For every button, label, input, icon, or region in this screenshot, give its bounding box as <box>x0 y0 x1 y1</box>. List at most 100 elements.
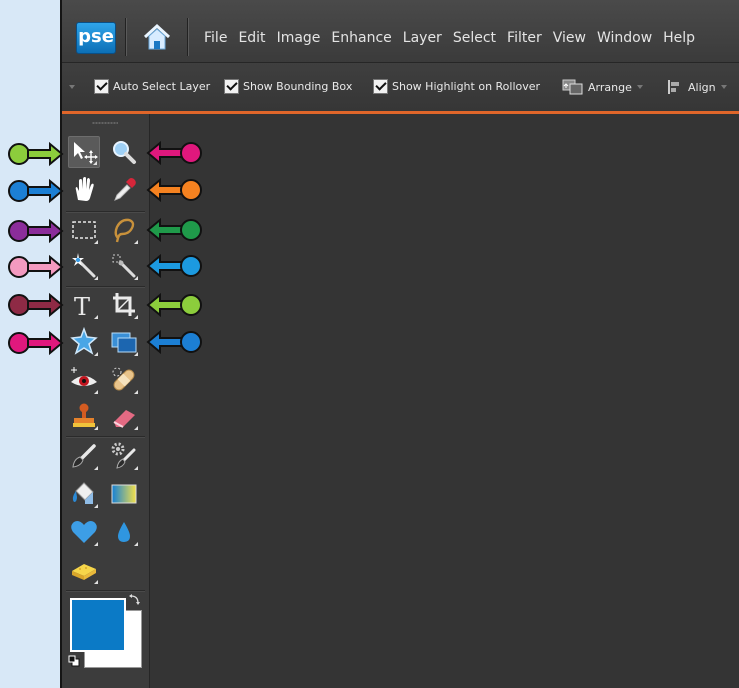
show-bounding-box-option[interactable]: Show Bounding Box <box>224 79 352 94</box>
rectangular-marquee-tool[interactable] <box>68 214 100 246</box>
menu-help[interactable]: Help <box>663 30 695 46</box>
eyedropper-icon <box>114 178 136 201</box>
swap-colors-icon[interactable] <box>129 593 141 605</box>
toolbox-separator <box>66 436 145 437</box>
show-bounding-box-label: Show Bounding Box <box>243 80 353 93</box>
home-button[interactable] <box>140 22 174 52</box>
red-eye-removal-tool[interactable] <box>68 364 100 396</box>
show-highlight-checkbox[interactable] <box>373 79 388 94</box>
align-label: Align <box>688 80 716 94</box>
menu-window[interactable]: Window <box>597 30 652 46</box>
magic-wand-tool[interactable] <box>68 250 100 282</box>
smart-brush-icon <box>111 442 136 469</box>
auto-select-layer-checkbox[interactable] <box>94 79 109 94</box>
paint-bucket-tool[interactable] <box>68 478 100 510</box>
type-tool[interactable]: T <box>68 289 100 321</box>
toolbox-separator <box>66 590 145 591</box>
auto-select-layer-label: Auto Select Layer <box>113 80 211 93</box>
callout-arrow-type <box>8 292 64 318</box>
water-drop-icon <box>118 522 130 542</box>
callout-arrow-crop <box>146 292 202 318</box>
callout-arrow-lasso <box>146 217 202 243</box>
arrange-label: Arrange <box>588 80 632 94</box>
marquee-icon <box>72 221 96 239</box>
menu-filter[interactable]: Filter <box>507 30 542 46</box>
options-chevron-icon[interactable] <box>69 85 75 89</box>
paint-bucket-icon <box>72 482 94 504</box>
menu-image[interactable]: Image <box>277 30 321 46</box>
magic-wand-icon <box>72 253 96 278</box>
eyedropper-tool[interactable] <box>108 174 140 206</box>
hand-icon <box>75 177 94 201</box>
callout-arrow-zoom <box>146 140 202 166</box>
crop-tool[interactable] <box>108 289 140 321</box>
pse-logo: pse <box>76 22 116 54</box>
arrange-chevron-icon <box>636 85 643 89</box>
toolbox-grip[interactable] <box>92 122 118 124</box>
eraser-icon <box>113 410 135 428</box>
sponge-icon <box>72 564 96 580</box>
svg-text:T: T <box>74 293 90 321</box>
menu-edit[interactable]: Edit <box>238 30 265 46</box>
toolbox-panel: T <box>62 114 150 688</box>
callout-arrow-recompose <box>146 329 202 355</box>
arrange-icon <box>562 79 583 95</box>
show-highlight-label: Show Highlight on Rollover <box>392 80 541 93</box>
brush-icon <box>72 444 96 468</box>
menu-separator <box>125 18 126 56</box>
blur-tool[interactable] <box>108 516 140 548</box>
callout-arrow-hand <box>8 178 64 204</box>
quick-selection-icon <box>112 254 136 278</box>
eraser-tool[interactable] <box>108 400 140 432</box>
menu-list: File Edit Image Enhance Layer Select Fil… <box>204 30 706 46</box>
show-highlight-option[interactable]: Show Highlight on Rollover <box>373 79 540 94</box>
move-tool[interactable] <box>68 136 100 168</box>
lasso-tool[interactable] <box>108 214 140 246</box>
menu-separator <box>187 18 188 56</box>
cookie-cutter-tool[interactable] <box>68 326 100 358</box>
custom-shape-tool[interactable] <box>68 516 100 548</box>
smart-brush-tool[interactable] <box>108 440 140 472</box>
sponge-tool[interactable] <box>68 554 100 586</box>
align-icon <box>668 80 679 94</box>
callout-arrow-quick-selection <box>146 253 202 279</box>
menu-file[interactable]: File <box>204 30 227 46</box>
align-chevron-icon <box>720 85 727 89</box>
toolbox-separator <box>66 286 145 287</box>
menu-bar: pse File Edit Image Enhance Layer Select… <box>62 0 739 63</box>
menu-enhance[interactable]: Enhance <box>331 30 391 46</box>
zoom-tool-icon <box>113 141 136 164</box>
clone-stamp-tool[interactable] <box>68 400 100 432</box>
recompose-tool[interactable] <box>108 326 140 358</box>
move-tool-icon <box>74 142 98 164</box>
home-icon <box>143 23 171 50</box>
brush-tool[interactable] <box>68 440 100 472</box>
default-colors-icon[interactable] <box>68 655 80 667</box>
heart-icon <box>71 521 97 543</box>
gradient-tool[interactable] <box>108 478 140 510</box>
bandage-icon <box>112 367 135 391</box>
callout-arrow-cookie-cutter <box>8 330 64 356</box>
red-eye-icon <box>71 367 97 386</box>
show-bounding-box-checkbox[interactable] <box>224 79 239 94</box>
menu-select[interactable]: Select <box>453 30 496 46</box>
gradient-icon <box>111 484 137 504</box>
hand-tool[interactable] <box>68 174 100 206</box>
lasso-icon <box>114 218 135 243</box>
spot-healing-brush-tool[interactable] <box>108 364 140 396</box>
crop-icon <box>113 293 135 316</box>
stamp-icon <box>73 403 95 427</box>
auto-select-layer-option[interactable]: Auto Select Layer <box>94 79 210 94</box>
menu-layer[interactable]: Layer <box>403 30 442 46</box>
align-dropdown[interactable]: Align <box>667 79 727 95</box>
toolbox-separator <box>66 211 145 212</box>
callout-arrow-marquee <box>8 218 64 244</box>
menu-view[interactable]: View <box>553 30 586 46</box>
quick-selection-tool[interactable] <box>108 250 140 282</box>
callout-arrow-move <box>8 141 64 167</box>
type-icon: T <box>74 293 90 321</box>
arrange-dropdown[interactable]: Arrange <box>562 79 643 95</box>
zoom-tool[interactable] <box>108 136 140 168</box>
foreground-color-swatch[interactable] <box>70 598 126 652</box>
tool-options-bar: Auto Select Layer Show Bounding Box Show… <box>62 63 739 114</box>
